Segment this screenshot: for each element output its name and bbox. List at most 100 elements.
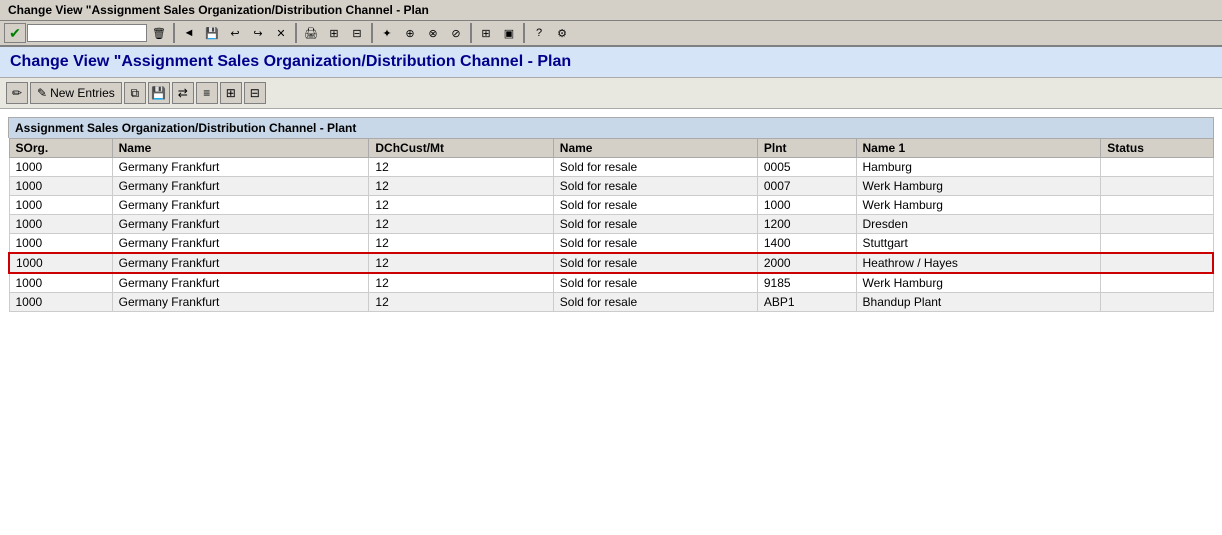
cell-sorg: 1000 [9, 293, 112, 312]
col-header-sorg: SOrg. [9, 139, 112, 158]
page-title: Change View "Assignment Sales Organizati… [0, 47, 1222, 78]
new-entries-label: New Entries [50, 86, 115, 100]
cell-name1: Heathrow / Hayes [856, 253, 1101, 273]
cell-dchcust: 12 [369, 293, 553, 312]
star2-icon[interactable]: ⊕ [399, 23, 421, 43]
title-bar: Change View "Assignment Sales Organizati… [0, 0, 1222, 21]
redo-icon[interactable]: ↪ [247, 23, 269, 43]
toolbar-input[interactable] [27, 24, 147, 42]
cell-status [1101, 234, 1213, 254]
delete-icon[interactable]: 🗑 [148, 23, 170, 43]
cell-status [1101, 196, 1213, 215]
save-row-button[interactable]: 💾 [148, 82, 170, 104]
cell-name: Germany Frankfurt [112, 177, 369, 196]
list-button[interactable]: ≡ [196, 82, 218, 104]
cell-name: Germany Frankfurt [112, 158, 369, 177]
separator-2 [295, 23, 297, 43]
cell-plnt: ABP1 [757, 293, 856, 312]
cell-status [1101, 177, 1213, 196]
cell-sorg: 1000 [9, 273, 112, 293]
save-icon[interactable]: 💾 [201, 23, 223, 43]
cell-dchcust: 12 [369, 158, 553, 177]
cell-plnt: 2000 [757, 253, 856, 273]
cell-name2: Sold for resale [553, 215, 757, 234]
screen-icon[interactable]: ▣ [498, 23, 520, 43]
settings-icon[interactable]: ⚙ [551, 23, 573, 43]
col-header-name2: Name [553, 139, 757, 158]
cell-name2: Sold for resale [553, 293, 757, 312]
cell-plnt: 0007 [757, 177, 856, 196]
cell-dchcust: 12 [369, 215, 553, 234]
new-entries-button[interactable]: ✎ New Entries [30, 82, 122, 104]
separator-4 [470, 23, 472, 43]
cell-dchcust: 12 [369, 273, 553, 293]
cell-plnt: 1200 [757, 215, 856, 234]
star4-icon[interactable]: ⊘ [445, 23, 467, 43]
table-row[interactable]: 1000Germany Frankfurt12Sold for resale00… [9, 158, 1213, 177]
print-icon[interactable]: 🖨 [300, 23, 322, 43]
col-header-status: Status [1101, 139, 1213, 158]
table-section-label: Assignment Sales Organization/Distributi… [8, 117, 1214, 138]
main-toolbar: ✔ 🗑 ◄ 💾 ↩ ↪ ✕ 🖨 ⊞ ⊟ ✦ ⊕ ⊗ ⊘ ⊞ ▣ ? ⚙ [0, 21, 1222, 47]
col-header-dchcust: DChCust/Mt [369, 139, 553, 158]
title-bar-text: Change View "Assignment Sales Organizati… [8, 3, 429, 17]
cell-name2: Sold for resale [553, 158, 757, 177]
cell-name: Germany Frankfurt [112, 273, 369, 293]
table-row[interactable]: 1000Germany Frankfurt12Sold for resale91… [9, 273, 1213, 293]
help-icon[interactable]: ? [528, 23, 550, 43]
cell-dchcust: 12 [369, 196, 553, 215]
col-header-name: Name [112, 139, 369, 158]
separator-5 [523, 23, 525, 43]
cell-name2: Sold for resale [553, 234, 757, 254]
cancel-icon[interactable]: ✕ [270, 23, 292, 43]
find1-icon[interactable]: ⊞ [323, 23, 345, 43]
copy-button[interactable]: ⧉ [124, 82, 146, 104]
cell-status [1101, 253, 1213, 273]
cell-status [1101, 158, 1213, 177]
cell-plnt: 1400 [757, 234, 856, 254]
new-entries-icon: ✎ [37, 86, 47, 100]
cell-sorg: 1000 [9, 215, 112, 234]
cell-plnt: 0005 [757, 158, 856, 177]
cell-dchcust: 12 [369, 234, 553, 254]
back-icon[interactable]: ◄ [178, 23, 200, 43]
cell-plnt: 1000 [757, 196, 856, 215]
cell-name: Germany Frankfurt [112, 253, 369, 273]
table-row[interactable]: 1000Germany Frankfurt12Sold for resale14… [9, 234, 1213, 254]
table-header-row: SOrg.NameDChCust/MtNamePlntName 1Status [9, 139, 1213, 158]
cell-name2: Sold for resale [553, 196, 757, 215]
star3-icon[interactable]: ⊗ [422, 23, 444, 43]
find2-icon[interactable]: ⊟ [346, 23, 368, 43]
table-row[interactable]: 1000Germany Frankfurt12Sold for resale20… [9, 253, 1213, 273]
table-row[interactable]: 1000Germany Frankfurt12Sold for resaleAB… [9, 293, 1213, 312]
table-row[interactable]: 1000Germany Frankfurt12Sold for resale10… [9, 196, 1213, 215]
cell-sorg: 1000 [9, 234, 112, 254]
col-header-name1: Name 1 [856, 139, 1101, 158]
cell-status [1101, 215, 1213, 234]
star1-icon[interactable]: ✦ [376, 23, 398, 43]
export-button[interactable]: ⊟ [244, 82, 266, 104]
cell-name2: Sold for resale [553, 253, 757, 273]
cell-name1: Werk Hamburg [856, 273, 1101, 293]
grid-icon[interactable]: ⊞ [475, 23, 497, 43]
cell-status [1101, 273, 1213, 293]
data-table: SOrg.NameDChCust/MtNamePlntName 1Status … [8, 138, 1214, 312]
cell-name: Germany Frankfurt [112, 293, 369, 312]
arrows-button[interactable]: ⇄ [172, 82, 194, 104]
cell-status [1101, 293, 1213, 312]
cell-sorg: 1000 [9, 196, 112, 215]
cell-name1: Bhandup Plant [856, 293, 1101, 312]
checkmark-button[interactable]: ✔ [4, 23, 26, 43]
table-row[interactable]: 1000Germany Frankfurt12Sold for resale00… [9, 177, 1213, 196]
cell-name1: Dresden [856, 215, 1101, 234]
cell-name1: Werk Hamburg [856, 196, 1101, 215]
cell-name1: Werk Hamburg [856, 177, 1101, 196]
undo-icon[interactable]: ↩ [224, 23, 246, 43]
separator-3 [371, 23, 373, 43]
grid-action-button[interactable]: ⊞ [220, 82, 242, 104]
action-toolbar: ✏ ✎ New Entries ⧉ 💾 ⇄ ≡ ⊞ ⊟ [0, 78, 1222, 109]
table-row[interactable]: 1000Germany Frankfurt12Sold for resale12… [9, 215, 1213, 234]
cell-name1: Stuttgart [856, 234, 1101, 254]
cell-dchcust: 12 [369, 253, 553, 273]
pencil-button[interactable]: ✏ [6, 82, 28, 104]
